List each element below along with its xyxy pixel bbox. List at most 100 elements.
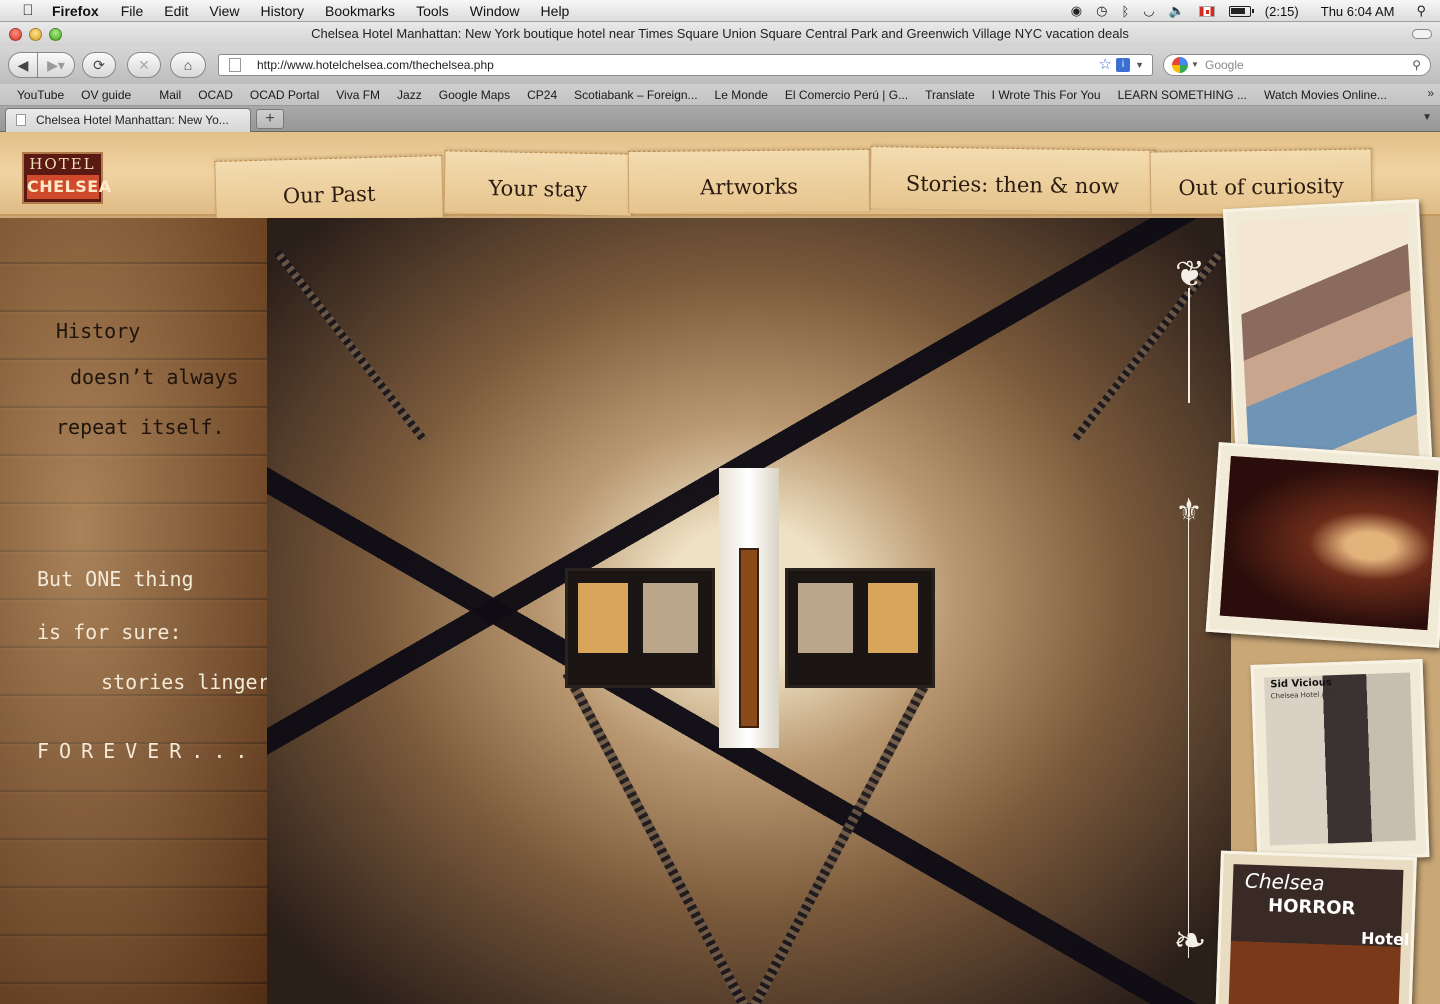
bookmarks-overflow-chevron-icon[interactable]: » xyxy=(1427,86,1434,100)
menu-clock[interactable]: Thu 6:04 AM xyxy=(1321,4,1395,19)
menu-view[interactable]: View xyxy=(209,3,239,19)
hotel-staircase-hero-image xyxy=(267,218,1231,1004)
menu-help[interactable]: Help xyxy=(541,3,570,19)
url-text[interactable]: http://www.hotelchelsea.com/thechelsea.p… xyxy=(257,58,494,72)
bookmark-google-maps[interactable]: Google Maps xyxy=(439,88,510,102)
photo-strip: ❦ ⚜ ❧ Sid Vicious Chelsea Hotel / NYC Ch… xyxy=(1150,199,1440,1004)
zoom-window-button[interactable] xyxy=(49,28,62,41)
bookmark-le-monde[interactable]: Le Monde xyxy=(715,88,768,102)
photo-woman-in-room[interactable] xyxy=(1205,442,1440,648)
bookmark-viva-fm[interactable]: Viva FM xyxy=(336,88,380,102)
bookmark-ocad[interactable]: OCAD xyxy=(198,88,233,102)
mac-menu-bar:  Firefox File Edit View History Bookmar… xyxy=(0,0,1440,22)
menu-app-name[interactable]: Firefox xyxy=(52,3,99,19)
central-door xyxy=(739,548,759,728)
hall-door-right xyxy=(785,568,935,688)
bookmark-cp24[interactable]: CP24 xyxy=(527,88,557,102)
fleur-ornament-icon: ⚜ xyxy=(1175,494,1203,529)
tab-page-icon xyxy=(16,114,26,126)
window-title: Chelsea Hotel Manhattan: New York boutiq… xyxy=(311,26,1129,41)
nav-our-past[interactable]: Our Past xyxy=(214,155,444,223)
bookmark-watch-movies[interactable]: Watch Movies Online... xyxy=(1264,88,1387,102)
bookmark-learn-something[interactable]: LEARN SOMETHING ... xyxy=(1118,88,1247,102)
menu-file[interactable]: File xyxy=(121,3,144,19)
feed-info-icon[interactable]: i xyxy=(1116,58,1130,72)
back-button[interactable]: ◀ xyxy=(8,52,38,78)
nav-stories-then-now[interactable]: Stories: then & now xyxy=(869,146,1156,212)
menu-edit[interactable]: Edit xyxy=(164,3,188,19)
time-machine-icon[interactable]: ◷ xyxy=(1096,3,1107,19)
story-line-doesnt-always: doesn’t always xyxy=(70,365,239,389)
story-line-repeat-itself: repeat itself. xyxy=(56,415,225,439)
navigation-toolbar: ◀ ▶▾ ⟳ ✕ ⌂ http://www.hotelchelsea.com/t… xyxy=(0,46,1440,84)
wifi-icon[interactable]: ◡ xyxy=(1143,3,1154,19)
search-icon[interactable]: ⚲ xyxy=(1412,55,1421,75)
door-window xyxy=(868,583,918,653)
menu-window[interactable]: Window xyxy=(470,3,520,19)
menu-bookmarks[interactable]: Bookmarks xyxy=(325,3,395,19)
bookmark-jazz[interactable]: Jazz xyxy=(397,88,422,102)
story-line-is-for-sure: is for sure: xyxy=(37,620,182,644)
bookmark-translate[interactable]: Translate xyxy=(925,88,975,102)
tab-label: Chelsea Hotel Manhattan: New Yo... xyxy=(36,113,229,127)
google-engine-icon[interactable] xyxy=(1172,57,1188,73)
bookmarks-toolbar: YouTube OV guide Mail OCAD OCAD Portal V… xyxy=(0,84,1440,106)
hotel-chelsea-logo[interactable]: HOTEL CHELSEA xyxy=(22,152,111,204)
bluetooth-icon[interactable]: ᛒ xyxy=(1121,4,1129,19)
toolbar-toggle-button[interactable] xyxy=(1412,29,1432,39)
reload-button[interactable]: ⟳ xyxy=(82,52,116,78)
door-window xyxy=(578,583,628,653)
photo-sid-vicious[interactable]: Sid Vicious Chelsea Hotel / NYC xyxy=(1250,659,1430,863)
tab-list-icon[interactable]: ▼ xyxy=(1422,112,1432,123)
url-history-dropdown-icon[interactable]: ▼ xyxy=(1135,55,1144,75)
web-page: HOTEL CHELSEA Our Past Your stay Artwork… xyxy=(0,132,1440,1004)
horror-caption-hotel: Hotel xyxy=(1360,928,1410,950)
back-arrow-icon: ◀ xyxy=(17,56,29,73)
photo-chelsea-horror-hotel[interactable]: Chelsea HORROR Hotel xyxy=(1215,850,1417,1004)
nav-artworks[interactable]: Artworks xyxy=(627,148,871,214)
battery-time: (2:15) xyxy=(1264,3,1299,19)
tab-bar: Chelsea Hotel Manhattan: New Yo... + ▼ xyxy=(0,106,1440,132)
minimize-window-button[interactable] xyxy=(29,28,42,41)
volume-icon[interactable]: 🔈 xyxy=(1169,3,1185,19)
story-line-history: History xyxy=(56,319,141,343)
bookmark-ov-guide[interactable]: OV guide xyxy=(81,88,131,102)
story-line-but-one-thing: But ONE thing xyxy=(37,567,194,591)
bookmark-star-icon[interactable]: ☆ xyxy=(1099,55,1112,75)
close-window-button[interactable] xyxy=(9,28,22,41)
user-status-icon[interactable]: ◉ xyxy=(1071,3,1082,19)
horror-caption-chelsea: Chelsea xyxy=(1244,868,1325,896)
bookmark-scotiabank[interactable]: Scotiabank – Foreign... xyxy=(574,88,697,102)
bookmark-i-wrote-this[interactable]: I Wrote This For You xyxy=(992,88,1101,102)
url-bar[interactable]: http://www.hotelchelsea.com/thechelsea.p… xyxy=(218,54,1153,76)
site-header: HOTEL CHELSEA Our Past Your stay Artwork… xyxy=(0,132,1440,223)
sid-caption: Sid Vicious xyxy=(1270,677,1333,691)
input-language-flag-icon[interactable] xyxy=(1198,5,1215,17)
nav-your-stay[interactable]: Your stay xyxy=(443,150,633,216)
search-placeholder: Google xyxy=(1205,58,1244,72)
engine-dropdown-icon[interactable]: ▼ xyxy=(1191,55,1199,75)
bookmark-youtube[interactable]: YouTube xyxy=(17,88,64,102)
search-box[interactable]: ▼ Google ⚲ xyxy=(1163,54,1431,76)
forward-button[interactable]: ▶▾ xyxy=(37,52,75,78)
spotlight-search-icon[interactable]: ⚲ xyxy=(1416,3,1426,19)
tab-chelsea-hotel[interactable]: Chelsea Hotel Manhattan: New Yo... xyxy=(5,108,251,132)
bookmark-mail[interactable]: Mail xyxy=(159,88,181,102)
door-window xyxy=(798,583,853,653)
story-line-stories-linger: stories linger xyxy=(101,670,270,694)
home-button[interactable]: ⌂ xyxy=(170,52,206,78)
forward-arrow-icon: ▶▾ xyxy=(47,56,65,73)
page-icon xyxy=(229,58,241,72)
ornament-line xyxy=(1188,288,1190,403)
story-line-forever: FOREVER... xyxy=(37,739,258,763)
menu-history[interactable]: History xyxy=(260,3,304,19)
bookmark-ocad-portal[interactable]: OCAD Portal xyxy=(250,88,319,102)
menu-tools[interactable]: Tools xyxy=(416,3,449,19)
new-tab-button[interactable]: + xyxy=(256,109,284,129)
battery-icon[interactable] xyxy=(1228,5,1254,17)
door-window xyxy=(643,583,698,653)
stop-button[interactable]: ✕ xyxy=(127,52,161,78)
horror-caption-horror: HORROR xyxy=(1267,895,1356,920)
apple-menu-icon[interactable]:  xyxy=(18,2,38,19)
bookmark-el-comercio[interactable]: El Comercio Perú | G... xyxy=(785,88,908,102)
